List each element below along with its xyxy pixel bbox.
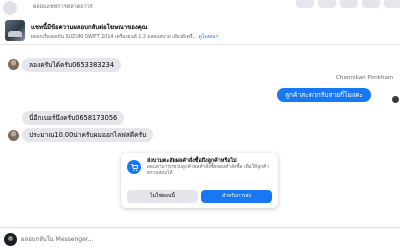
toolbar-button-3[interactable] [340,0,358,8]
send-order-button[interactable]: สำหรับการส่ง [201,190,272,203]
top-bar: ผลอบแชทการตลาดถาวร [0,0,400,17]
toolbar-button-1[interactable] [296,0,314,8]
user-avatar [4,233,17,246]
product-thumbnail[interactable] [5,20,25,41]
banner-description: ผลอกเรื่องผลบิน SUZUKI SWIFT 2014 เครื่อ… [31,33,218,41]
message-incoming: ลองครับได้ครับ0653383234 [22,58,122,72]
ad-reply-banner: แชทนี้มีข้อความผลอบกลับต่อโฆษณาของคุณ ผล… [0,17,400,45]
message-input[interactable] [21,234,391,245]
card-title: ส่งบามตะสัยผลคำสั่งซื้อถึงลูกค้าหรือไม่ [147,158,237,164]
message-outgoing: ลูกค้าสะดวกรับสายกี่โมงคะ [277,88,372,102]
seen-indicator-icon [392,96,399,103]
contact-avatar [8,59,19,70]
sender-name: Chonnikan Pimkham [336,75,394,81]
toolbar-button-5[interactable] [384,0,400,8]
not-now-button[interactable]: ไม่ใช่ตอนนี้ [127,190,198,203]
header-subtitle: ผลอบแชทการตลาดถาวร [33,4,93,10]
toolbar-button-4[interactable] [362,0,380,8]
toolbar-button-2[interactable] [318,0,336,8]
contact-avatar [8,130,19,141]
shopping-cart-icon [127,160,141,174]
message-incoming: นี่อีกเบอร์นึงครับ0658173056 [22,111,125,125]
card-body: ผลมสามารถชวบลูกค้าผลคำสั่งซื้อของคำสั่งซ… [147,165,269,176]
composer [0,227,400,250]
banner-title: แชทนี้มีข้อความผลอบกลับต่อโฆษณาของคุณ [31,24,148,31]
view-ad-link[interactable]: ดูโฆษณา [199,35,219,40]
message-incoming: ประมาณ10.00น่าครับผมออกไลฟสดีครับ [22,128,154,142]
order-prompt-card: ส่งบามตะสัยผลคำสั่งซื้อถึงลูกค้าหรือไม่ … [121,153,278,208]
product-description-text: ผลอกเรื่องผลบิน SUZUKI SWIFT 2014 เครื่อ… [31,35,198,40]
back-avatar[interactable] [3,1,17,15]
